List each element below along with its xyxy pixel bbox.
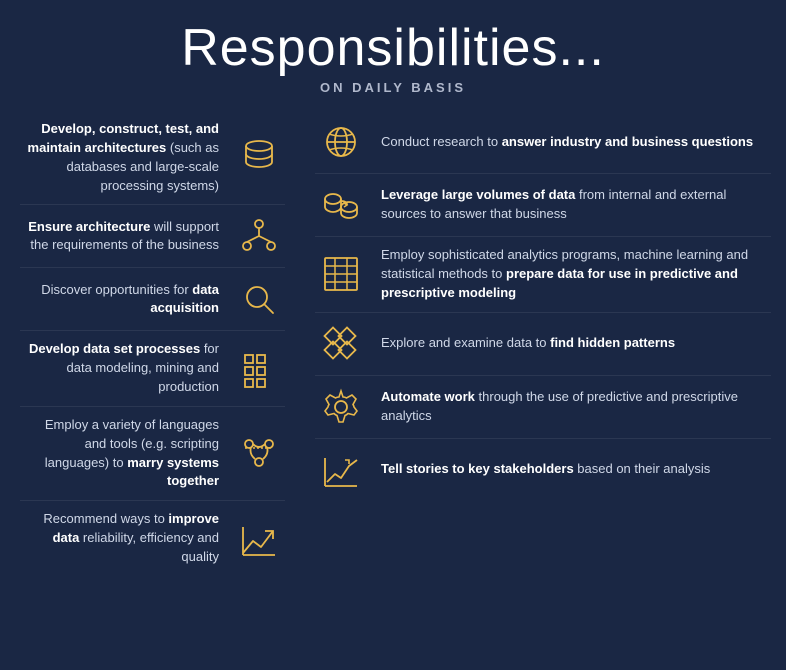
right-item-explore-examine: Explore and examine data to find hidden … (315, 313, 771, 376)
right-text-tell-stories: Tell stories to key stakeholders based o… (381, 460, 710, 479)
icon-globe (315, 120, 367, 164)
left-text-recommend-ways: Recommend ways to improve data reliabili… (20, 510, 219, 567)
left-item-develop-construct: Develop, construct, test, and maintain a… (20, 111, 285, 205)
right-item-leverage-data: Leverage large volumes of data from inte… (315, 174, 771, 237)
left-item-ensure-architecture: Ensure architecture will support the req… (20, 205, 285, 268)
left-item-develop-dataset: Develop data set processes for data mode… (20, 331, 285, 407)
right-item-employ-analytics: Employ sophisticated analytics programs,… (315, 237, 771, 313)
icon-chart-up (233, 517, 285, 561)
left-text-employ-languages: Employ a variety of languages and tools … (20, 416, 219, 491)
page-header: Responsibilities... ON DAILY BASIS (0, 0, 786, 101)
icon-search (233, 277, 285, 321)
icon-systems (233, 432, 285, 476)
icon-network (233, 214, 285, 258)
right-item-conduct-research: Conduct research to answer industry and … (315, 111, 771, 174)
right-item-tell-stories: Tell stories to key stakeholders based o… (315, 439, 771, 501)
icon-gear (315, 385, 367, 429)
left-text-discover-opportunities: Discover opportunities for data acquisit… (20, 281, 219, 319)
left-item-employ-languages: Employ a variety of languages and tools … (20, 407, 285, 501)
right-text-leverage-data: Leverage large volumes of data from inte… (381, 186, 771, 224)
right-item-automate-work: Automate work through the use of predict… (315, 376, 771, 439)
icon-chart-line (315, 448, 367, 492)
left-column: Develop, construct, test, and maintain a… (0, 111, 300, 576)
icon-grid (233, 347, 285, 391)
right-text-explore-examine: Explore and examine data to find hidden … (381, 334, 675, 353)
left-item-discover-opportunities: Discover opportunities for data acquisit… (20, 268, 285, 331)
page-subtitle: ON DAILY BASIS (0, 80, 786, 95)
right-text-automate-work: Automate work through the use of predict… (381, 388, 771, 426)
icon-table-grid (315, 252, 367, 296)
icon-database (233, 136, 285, 180)
left-item-recommend-ways: Recommend ways to improve data reliabili… (20, 501, 285, 576)
right-text-employ-analytics: Employ sophisticated analytics programs,… (381, 246, 771, 303)
right-column: Conduct research to answer industry and … (300, 111, 786, 576)
left-text-ensure-architecture: Ensure architecture will support the req… (20, 218, 219, 256)
icon-diamond-grid (315, 322, 367, 366)
left-text-develop-construct: Develop, construct, test, and maintain a… (20, 120, 219, 195)
right-text-conduct-research: Conduct research to answer industry and … (381, 133, 753, 152)
left-text-develop-dataset: Develop data set processes for data mode… (20, 340, 219, 397)
page-title: Responsibilities... (0, 18, 786, 78)
main-content: Develop, construct, test, and maintain a… (0, 101, 786, 576)
icon-data-transfer (315, 183, 367, 227)
